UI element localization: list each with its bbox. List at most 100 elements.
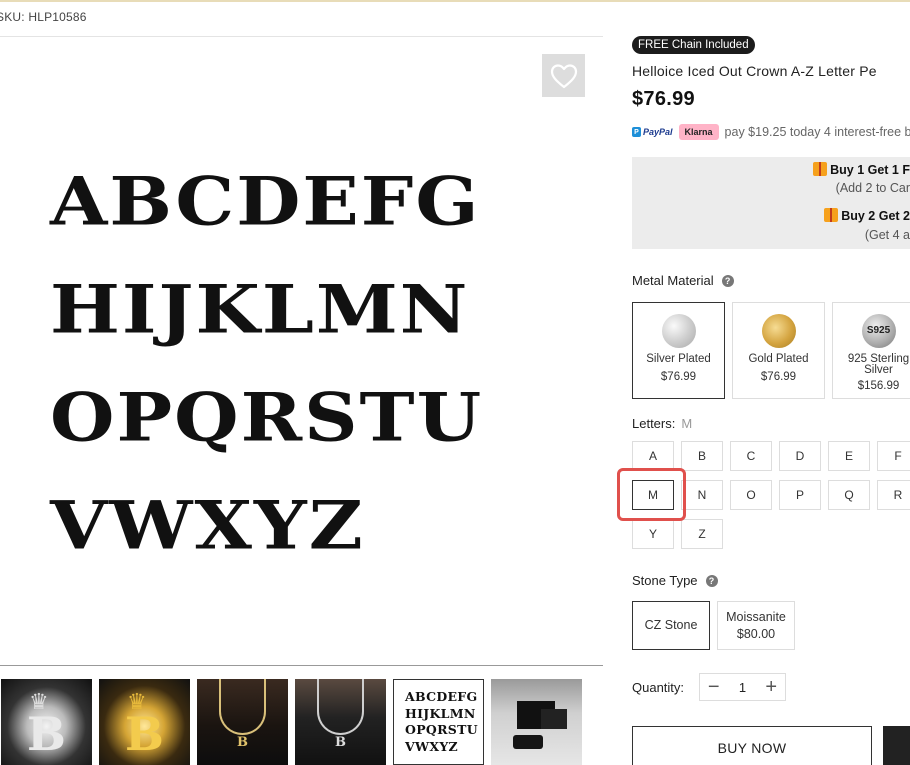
- promo-offer-1: Buy 1 Get 1 F: [813, 162, 910, 177]
- increment-button[interactable]: +: [758, 674, 786, 700]
- divider: [0, 665, 603, 666]
- letter-option[interactable]: D: [779, 441, 821, 471]
- alphabet-line: OPQRSTU: [50, 379, 484, 457]
- mini-alphabet: ABCDEFG HIJKLMN OPQRSTU VWXYZ: [405, 689, 478, 755]
- main-product-image[interactable]: ABCDEFG HIJKLMN OPQRSTU VWXYZ: [0, 40, 603, 660]
- metal-option-silver[interactable]: Silver Plated $76.99: [632, 302, 725, 399]
- paypal-logo[interactable]: P PayPal: [632, 127, 673, 137]
- letter-option[interactable]: F: [877, 441, 910, 471]
- question-mark-icon[interactable]: ?: [721, 274, 734, 287]
- letter-option[interactable]: O: [730, 480, 772, 510]
- paypal-icon: P: [632, 127, 641, 137]
- metal-option-price: $76.99: [760, 371, 797, 383]
- thumbnail-alphabet-chart[interactable]: ABCDEFG HIJKLMN OPQRSTU VWXYZ: [393, 679, 484, 765]
- promo-offer-2: Buy 2 Get 2: [824, 208, 910, 223]
- question-mark-icon[interactable]: ?: [705, 574, 718, 587]
- thumbnail-model-silver-chain[interactable]: B: [295, 679, 386, 765]
- alphabet-line: OPQRSTU: [405, 722, 478, 737]
- metal-option-925-silver[interactable]: S925 925 Sterling Silver $156.99: [832, 302, 910, 399]
- alphabet-line: HIJKLMN: [50, 271, 470, 349]
- stone-options: CZ Stone Moissanite $80.00: [632, 601, 795, 650]
- promo-offer-1-text: Buy 1 Get 1 F: [830, 163, 910, 177]
- selected-letter-value: M: [681, 416, 693, 431]
- promo-offer-1-sub: (Add 2 to Car: [835, 181, 910, 195]
- thumbnail-model-gold-chain[interactable]: B: [197, 679, 288, 765]
- silver-swatch: [661, 314, 696, 348]
- letter-option[interactable]: Z: [681, 519, 723, 549]
- letter-option[interactable]: E: [828, 441, 870, 471]
- letter-option[interactable]: N: [681, 480, 723, 510]
- stone-option-name: CZ Stone: [644, 618, 698, 632]
- metal-option-price: $156.99: [857, 380, 900, 392]
- thumbnail-silver-crown-pendant[interactable]: ♛ B: [1, 679, 92, 765]
- alphabet-line: ABCDEFG: [405, 689, 478, 704]
- pendant-letter: B: [27, 707, 66, 761]
- alphabet-line: VWXYZ: [405, 738, 458, 754]
- heart-icon: [550, 63, 577, 88]
- letter-option[interactable]: A: [632, 441, 674, 471]
- thumbnail-gold-crown-pendant[interactable]: ♛ B: [99, 679, 190, 765]
- chain-graphic: [317, 679, 364, 735]
- stone-type-label: Stone Type ?: [632, 573, 718, 588]
- stone-option-moissanite[interactable]: Moissanite $80.00: [717, 601, 795, 650]
- gift-icon: [813, 162, 828, 176]
- stone-option-name: Moissanite: [726, 609, 786, 624]
- alphabet-line: HIJKLMN: [405, 705, 476, 721]
- metal-material-text: Metal Material: [632, 273, 714, 288]
- metal-option-name: Gold Plated: [748, 353, 809, 365]
- letter-option[interactable]: Q: [828, 480, 870, 510]
- alphabet-chart: ABCDEFG HIJKLMN OPQRSTU VWXYZ: [50, 148, 483, 580]
- paypal-label: PayPal: [643, 127, 673, 137]
- metal-option-name-line: Silver: [864, 364, 893, 376]
- pendant-letter: B: [237, 735, 248, 750]
- quantity-label: Quantity:: [632, 680, 685, 695]
- quantity-input[interactable]: [727, 679, 758, 695]
- wishlist-button[interactable]: [542, 54, 585, 97]
- divider: [0, 36, 603, 37]
- buy-now-button[interactable]: BUY NOW: [632, 726, 872, 765]
- add-to-cart-button[interactable]: [883, 726, 910, 765]
- letter-option[interactable]: P: [779, 480, 821, 510]
- free-chain-badge: FREE Chain Included: [632, 36, 755, 54]
- product-price: $76.99: [632, 88, 695, 110]
- installment-text: pay $19.25 today 4 interest-free bi: [724, 125, 910, 139]
- letter-option[interactable]: R: [877, 480, 910, 510]
- sku-label: SKU: HLP10586: [0, 10, 87, 24]
- metal-option-gold[interactable]: Gold Plated $76.99: [732, 302, 825, 399]
- product-details-panel: FREE Chain Included Helloice Iced Out Cr…: [632, 0, 910, 765]
- gift-icon: [824, 208, 839, 222]
- payment-options: P PayPal Klarna pay $19.25 today 4 inter…: [632, 124, 910, 140]
- chain-graphic: [219, 679, 266, 735]
- box-graphic: [541, 709, 567, 729]
- stone-option-cz[interactable]: CZ Stone: [632, 601, 710, 650]
- stone-option-price: $80.00: [736, 626, 776, 641]
- thumbnail-packaging[interactable]: [491, 679, 582, 765]
- promo-offer-2-text: Buy 2 Get 2: [841, 209, 910, 223]
- pendant-letter: B: [335, 735, 346, 750]
- thumbnail-strip: ♛ B ♛ B B B ABCDEFG HIJKLMN OPQRSTU VWXY…: [1, 679, 582, 765]
- letter-option[interactable]: B: [681, 441, 723, 471]
- alphabet-line: ABCDEFG: [50, 163, 481, 241]
- metal-option-name: Silver Plated: [646, 353, 711, 365]
- letter-option[interactable]: Y: [632, 519, 674, 549]
- decrement-button[interactable]: −: [700, 674, 728, 700]
- alphabet-line: VWXYZ: [50, 487, 365, 565]
- letter-options: A B C D E F M N O P Q R Y Z: [632, 441, 910, 549]
- pendant-letter: B: [125, 707, 164, 761]
- gold-swatch: [761, 314, 796, 348]
- letters-label-text: Letters:: [632, 416, 676, 431]
- s925-swatch: S925: [861, 314, 896, 348]
- letter-option[interactable]: C: [730, 441, 772, 471]
- metal-options: Silver Plated $76.99 Gold Plated $76.99 …: [632, 302, 910, 399]
- promo-offer-2-sub: (Get 4 a: [864, 228, 910, 242]
- klarna-logo[interactable]: Klarna: [678, 124, 719, 140]
- quantity-stepper: − +: [699, 673, 786, 701]
- metal-option-name: 925 Sterling Silver: [833, 353, 910, 376]
- letter-option-selected[interactable]: M: [632, 480, 674, 510]
- promo-banner: Buy 1 Get 1 F (Add 2 to Car Buy 2 Get 2 …: [632, 157, 910, 249]
- product-title: Helloice Iced Out Crown A-Z Letter Pe: [632, 63, 877, 79]
- metal-material-label: Metal Material ?: [632, 273, 734, 288]
- metal-option-price: $76.99: [660, 371, 697, 383]
- letters-label: Letters: M: [632, 416, 692, 431]
- box-graphic: [513, 735, 543, 749]
